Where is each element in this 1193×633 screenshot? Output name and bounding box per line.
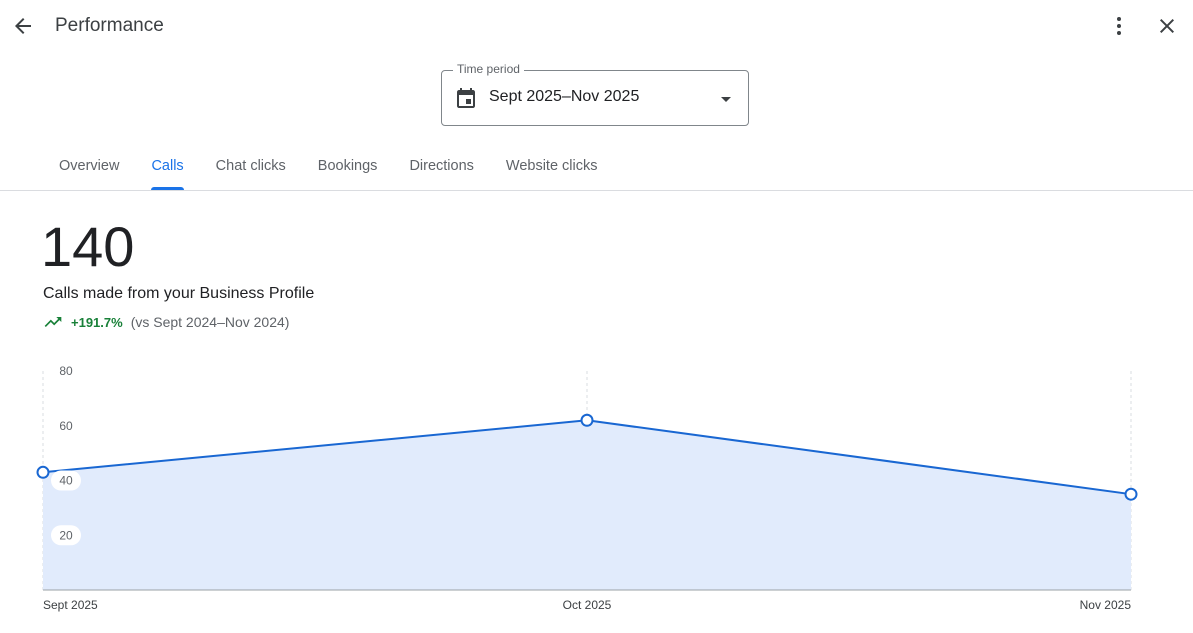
tab-directions[interactable]: Directions (393, 142, 489, 190)
tab-label: Website clicks (505, 158, 598, 174)
back-button[interactable] (5, 8, 41, 44)
page-title: Performance (55, 15, 164, 36)
tab-chat-clicks[interactable]: Chat clicks (200, 142, 302, 190)
close-icon (1160, 19, 1174, 33)
data-point (1124, 487, 1138, 501)
chart-area (43, 420, 1131, 590)
tab-website-clicks[interactable]: Website clicks (490, 142, 614, 190)
time-period-label: Time period (453, 62, 524, 76)
tab-bookings[interactable]: Bookings (302, 142, 394, 190)
y-tick-label: 40 (59, 474, 73, 488)
y-tick-label: 20 (59, 528, 73, 542)
calls-chart: 20 40 60 80 Sept 2025 Oct 2025 Nov 2025 (0, 355, 1193, 625)
trend-row: +191.7% (vs Sept 2024–Nov 2024) (43, 312, 289, 332)
calendar-icon (457, 88, 475, 108)
data-point (36, 465, 50, 479)
trending-up-icon (44, 317, 62, 327)
tab-label: Calls (151, 158, 184, 174)
x-tick-label: Oct 2025 (563, 598, 612, 612)
tab-label: Chat clicks (215, 158, 286, 174)
time-period-value: Sept 2025–Nov 2025 (489, 88, 640, 105)
tabs-divider (0, 190, 1193, 191)
x-tick-label: Sept 2025 (43, 598, 98, 612)
y-tick-label: 80 (59, 364, 73, 378)
data-point (580, 413, 594, 427)
more-vert-icon (1117, 17, 1121, 35)
metric-total: 140 (41, 215, 135, 278)
tab-label: Overview (59, 158, 120, 174)
time-period-select[interactable]: Time period Sept 2025–Nov 2025 (441, 62, 749, 126)
arrow-back-icon (15, 18, 31, 34)
calls-chart-svg: 20 40 60 80 Sept 2025 Oct 2025 Nov 2025 (36, 364, 1138, 612)
tab-calls[interactable]: Calls (135, 142, 199, 190)
app-header: Performance (0, 0, 1193, 52)
tab-overview[interactable]: Overview (43, 142, 135, 190)
trend-percentage: +191.7% (71, 314, 123, 330)
x-tick-label: Nov 2025 (1080, 598, 1132, 612)
trend-comparison: (vs Sept 2024–Nov 2024) (130, 314, 290, 330)
dropdown-arrow-icon (721, 97, 731, 102)
more-options-button[interactable] (1101, 8, 1137, 44)
tab-label: Directions (409, 158, 474, 174)
metric-tabs: Overview Calls Chat clicks Bookings Dire… (43, 142, 614, 190)
y-tick-label: 60 (59, 419, 73, 433)
close-button[interactable] (1149, 8, 1185, 44)
metric-description: Calls made from your Business Profile (43, 285, 315, 302)
tab-label: Bookings (317, 158, 378, 174)
